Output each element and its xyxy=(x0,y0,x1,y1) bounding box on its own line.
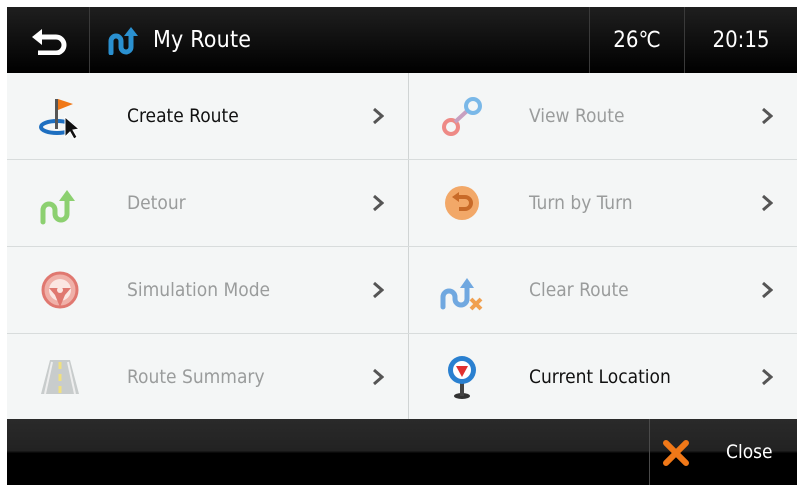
detour-label: Detour xyxy=(127,192,186,214)
navigation-screen: My Route 26℃ 20:15 Create Route View Rou… xyxy=(7,7,797,485)
title-area: My Route xyxy=(107,7,251,73)
chevron-right-icon xyxy=(762,368,773,386)
chevron-right-icon xyxy=(373,194,384,212)
back-button[interactable] xyxy=(7,7,89,73)
create-route-label: Create Route xyxy=(127,105,239,127)
location-pin-icon xyxy=(448,356,476,399)
clear-route-item[interactable]: Clear Route xyxy=(409,247,797,333)
chevron-right-icon xyxy=(762,107,773,125)
row-divider xyxy=(7,159,797,160)
close-label: Close xyxy=(726,441,773,463)
view-route-label: View Route xyxy=(529,105,625,127)
current-location-label: Current Location xyxy=(529,366,671,388)
simulation-mode-label: Simulation Mode xyxy=(127,279,271,301)
detour-arrow-icon xyxy=(40,190,75,225)
chevron-right-icon xyxy=(762,281,773,299)
steering-wheel-icon xyxy=(41,271,79,309)
route-menu: Create Route View Route Detour Turn by T… xyxy=(7,73,797,419)
close-button[interactable]: Close xyxy=(649,419,797,485)
chevron-right-icon xyxy=(373,107,384,125)
row-divider xyxy=(7,246,797,247)
detour-item[interactable]: Detour xyxy=(7,160,408,246)
clear-route-label: Clear Route xyxy=(529,279,629,301)
chevron-right-icon xyxy=(373,368,384,386)
route-icon xyxy=(108,27,138,55)
header-divider xyxy=(89,7,90,73)
u-turn-icon xyxy=(445,186,479,220)
flag-cursor-icon xyxy=(39,99,81,140)
back-arrow-icon xyxy=(32,29,67,55)
clear-route-icon xyxy=(440,278,483,311)
route-points-icon xyxy=(442,97,482,136)
simulation-mode-item[interactable]: Simulation Mode xyxy=(7,247,408,333)
close-x-icon xyxy=(663,440,689,466)
route-summary-label: Route Summary xyxy=(127,366,265,388)
footer-bar: Close xyxy=(7,419,797,485)
road-icon xyxy=(41,360,79,395)
current-location-item[interactable]: Current Location xyxy=(409,334,797,420)
page-title: My Route xyxy=(153,27,252,53)
temperature-readout: 26℃ xyxy=(613,27,661,53)
create-route-item[interactable]: Create Route xyxy=(7,73,408,159)
turn-by-turn-label: Turn by Turn xyxy=(529,192,633,214)
view-route-item[interactable]: View Route xyxy=(409,73,797,159)
row-divider xyxy=(7,333,797,334)
route-summary-item[interactable]: Route Summary xyxy=(7,334,408,420)
chevron-right-icon xyxy=(373,281,384,299)
turn-by-turn-item[interactable]: Turn by Turn xyxy=(409,160,797,246)
clock-readout: 20:15 xyxy=(712,27,770,53)
header-bar: My Route 26℃ 20:15 xyxy=(7,7,797,73)
chevron-right-icon xyxy=(762,194,773,212)
